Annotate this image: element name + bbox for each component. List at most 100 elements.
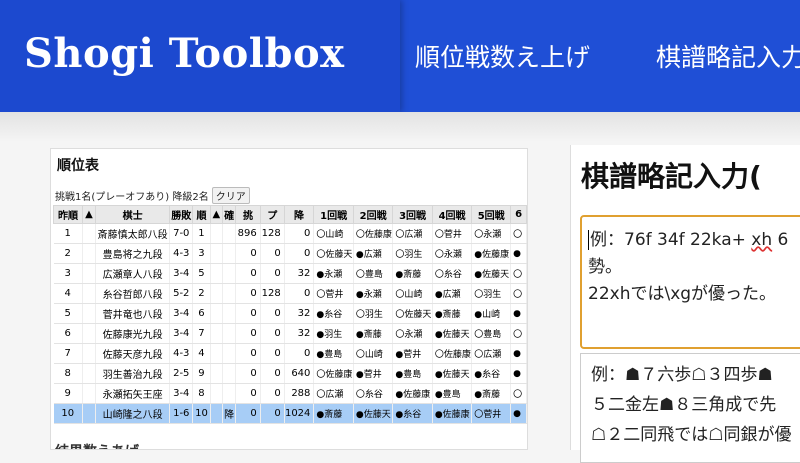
- spacer-cell: [82, 303, 97, 324]
- relegation-count-cell: 0: [284, 223, 315, 244]
- spacer-cell: [210, 303, 223, 324]
- round-2-cell: 〇豊島: [353, 263, 394, 284]
- rank-cell: 8: [192, 383, 211, 404]
- column-header[interactable]: 5回戦: [471, 205, 512, 224]
- brand-block: Shogi Toolbox: [0, 0, 400, 112]
- column-header[interactable]: 挑: [235, 205, 261, 224]
- rank-cell: 3: [192, 243, 211, 264]
- column-header[interactable]: 6: [510, 205, 527, 224]
- table-row[interactable]: 7 佐藤天彦九段 4-3 4 0 0 0 ●豊島 〇山崎 ●菅井 〇佐藤康 〇広瀬 ●: [53, 343, 527, 364]
- column-header[interactable]: 昨順: [53, 205, 83, 224]
- round-2-cell: 〇山崎: [353, 343, 394, 364]
- round-4-cell: 〇佐藤康: [432, 343, 473, 364]
- rank-cell: 9: [192, 363, 211, 384]
- record-cell: 1-6: [169, 403, 194, 424]
- kifu-title: 棋譜略記入力(: [581, 160, 762, 193]
- round-3-cell: 〇羽生: [392, 243, 433, 264]
- round-1-cell: 〇佐藤天: [313, 243, 354, 264]
- player-name-cell: 永瀬拓矢王座: [95, 383, 171, 404]
- kifu-input-line-3: 22xhでは\xgが優った。: [588, 284, 777, 304]
- player-name-cell: 菅井竜也八段: [95, 303, 171, 324]
- prev-rank-cell: 4: [53, 283, 83, 304]
- round-1-cell: ●羽生: [313, 323, 354, 344]
- prev-rank-cell: 7: [53, 343, 83, 364]
- round-1-cell: 〇広瀬: [313, 383, 354, 404]
- prev-rank-cell: 8: [53, 363, 83, 384]
- column-header[interactable]: 降: [283, 205, 315, 224]
- round-2-cell: ●佐藤天: [353, 403, 394, 424]
- column-header[interactable]: 2回戦: [352, 205, 394, 224]
- round-5-cell: 〇豊島: [471, 323, 512, 344]
- table-row[interactable]: 4 糸谷哲郎八段 5-2 2 0 128 0 〇菅井 ●永瀬 〇山崎 ●広瀬 〇羽生〇: [53, 283, 527, 304]
- rank-cell: 1: [192, 223, 211, 244]
- spacer-cell: [210, 403, 223, 424]
- round-2-cell: ●斎藤: [353, 323, 394, 344]
- column-header[interactable]: 確: [221, 205, 237, 224]
- prev-rank-cell: 6: [53, 323, 83, 344]
- challenge-count-cell: 0: [235, 243, 261, 264]
- kifu-input-line-2: 勢。: [588, 257, 622, 277]
- nav-ranking-counter[interactable]: 順位戦数え上げ: [415, 38, 590, 74]
- column-header[interactable]: 勝敗: [169, 205, 194, 224]
- text-caret: [588, 230, 589, 250]
- summary-text: 挑戦1名(プレーオフあり) 降級2名: [55, 192, 209, 203]
- kifu-input-text: 例：76f 34f 22ka+: [590, 230, 752, 250]
- column-header[interactable]: ▲: [209, 205, 223, 224]
- column-header[interactable]: 3回戦: [392, 205, 433, 224]
- challenge-count-cell: 0: [235, 403, 261, 424]
- nav-kifu-input[interactable]: 棋譜略記入力: [656, 38, 800, 74]
- column-header[interactable]: ▲: [81, 205, 97, 224]
- round-5-cell: 〇永瀬: [471, 223, 512, 244]
- round-5-cell: ●佐藤康: [471, 243, 512, 264]
- round-5-cell: 〇広瀬: [471, 343, 512, 364]
- table-row[interactable]: 3 広瀬章人八段 3-4 5 0 0 32 ●永瀬 〇豊島 ●斎藤 〇糸谷 ●佐藤天〇: [53, 263, 527, 284]
- round-6-cell: 〇: [510, 263, 527, 284]
- table-row[interactable]: 5 菅井竜也八段 3-4 6 0 0 32 ●糸谷 〇羽生 〇佐藤天 ●斎藤 ●山崎 ●: [53, 303, 527, 324]
- table-row[interactable]: 10 山崎隆之八段 1-6 10 降 0 0 1024 ●斎藤 ●佐藤天 ●糸谷 ●佐藤康 〇菅井 ●: [53, 403, 527, 424]
- round-1-cell: 〇菅井: [313, 283, 354, 304]
- challenge-count-cell: 0: [235, 343, 261, 364]
- round-1-cell: ●斎藤: [313, 403, 354, 424]
- rank-cell: 6: [192, 303, 211, 324]
- header-shadow: [0, 112, 800, 142]
- relegation-count-cell: 32: [284, 303, 315, 324]
- column-header[interactable]: 4回戦: [431, 205, 473, 224]
- round-4-cell: 〇糸谷: [432, 263, 473, 284]
- column-header[interactable]: 棋士: [95, 205, 171, 224]
- kifu-panel: 棋譜略記入力( 例：76f 34f 22ka+ xh 6 勢。 22xhでは\x…: [570, 145, 800, 463]
- player-name-cell: 羽生善治九段: [95, 363, 171, 384]
- table-row[interactable]: 6 佐藤康光九段 3-4 7 0 0 32 ●羽生 ●斎藤 〇永瀬 ●佐藤天 〇豊島〇: [53, 323, 527, 344]
- table-row[interactable]: 1 斎藤慎太郎八段 7-0 1 896 128 0 〇山崎 〇佐藤康 〇広瀬 〇菅井 〇永瀬〇: [53, 223, 527, 244]
- spacer-cell: [82, 323, 97, 344]
- spacer-cell: [210, 223, 223, 244]
- kifu-input-textarea[interactable]: 例：76f 34f 22ka+ xh 6 勢。 22xhでは\xgが優った。: [580, 215, 800, 349]
- table-row[interactable]: 9 永瀬拓矢王座 3-4 8 0 0 288 〇広瀬 〇糸谷 ●佐藤康 ●豊島 ●斎藤〇: [53, 383, 527, 404]
- playoff-count-cell: 128: [260, 283, 285, 304]
- table-row[interactable]: 2 豊島将之九段 4-3 3 0 0 0 〇佐藤天 ●広瀬 〇羽生 〇永瀬 ●佐藤康 ●: [53, 243, 527, 264]
- status-cell: [222, 323, 237, 344]
- round-5-cell: ●山崎: [471, 303, 512, 324]
- record-cell: 3-4: [169, 263, 194, 284]
- round-3-cell: ●菅井: [392, 343, 433, 364]
- player-name-cell: 糸谷哲郎八段: [95, 283, 171, 304]
- round-1-cell: ●永瀬: [313, 263, 354, 284]
- round-4-cell: ●佐藤天: [432, 363, 473, 384]
- column-header[interactable]: 順: [192, 205, 211, 224]
- playoff-count-cell: 0: [260, 363, 285, 384]
- spellcheck-word: xh: [751, 230, 773, 250]
- clear-button[interactable]: クリア: [211, 187, 250, 204]
- column-header[interactable]: プ: [259, 205, 285, 224]
- record-cell: 4-3: [169, 243, 194, 264]
- status-cell: [222, 343, 237, 364]
- column-header[interactable]: 1回戦: [313, 205, 354, 224]
- spacer-cell: [210, 263, 223, 284]
- round-3-cell: ●豊島: [392, 363, 433, 384]
- round-2-cell: ●永瀬: [353, 283, 394, 304]
- status-cell: [222, 363, 237, 384]
- table-row[interactable]: 8 羽生善治九段 2-5 9 0 0 640 〇佐藤康 ●菅井 ●豊島 ●佐藤天 ●糸谷 ●: [53, 363, 527, 384]
- brand-title[interactable]: Shogi Toolbox: [24, 30, 344, 77]
- round-2-cell: 〇佐藤康: [353, 223, 394, 244]
- playoff-count-cell: 0: [260, 343, 285, 364]
- round-6-cell: 〇: [510, 323, 527, 344]
- relegation-count-cell: 32: [284, 263, 315, 284]
